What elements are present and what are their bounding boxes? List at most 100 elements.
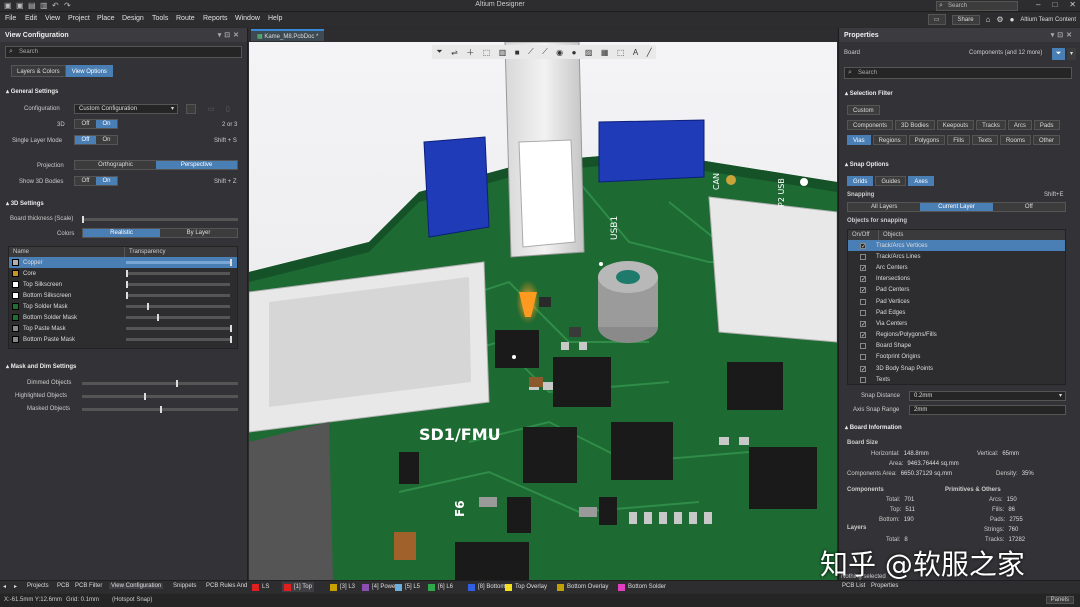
layer-transparency-slider[interactable]	[126, 292, 230, 299]
layer-transparency-slider[interactable]	[126, 281, 230, 288]
dim-slider-knob[interactable]	[144, 393, 147, 400]
layer-color-swatch[interactable]	[12, 303, 19, 310]
layer-color-swatch[interactable]	[12, 281, 19, 288]
account-name[interactable]: Altium Team Content	[1020, 17, 1076, 23]
filter-chip[interactable]: Regions	[872, 135, 907, 145]
checkbox-checked[interactable]: ✓	[860, 332, 866, 339]
layer-transparency-slider[interactable]	[126, 270, 230, 277]
layer-tab[interactable]: [5] L5	[395, 582, 420, 592]
layer-tab[interactable]: Top Overlay	[505, 582, 547, 592]
menu-tools[interactable]: Tools	[152, 15, 168, 22]
btab-snippets[interactable]: Snippets	[173, 583, 196, 589]
dim-slider[interactable]	[82, 393, 238, 400]
track-icon[interactable]: ⟋	[542, 47, 548, 57]
btab-view-configuration[interactable]: View Configuration	[109, 583, 164, 589]
left-search-input[interactable]: ⌕ Search	[5, 46, 242, 58]
properties-search-input[interactable]: ⌕ Search	[844, 67, 1072, 79]
via-icon[interactable]: ◉	[556, 48, 563, 57]
menu-reports[interactable]: Reports	[203, 15, 228, 22]
layer-transparency-knob[interactable]	[126, 281, 128, 288]
layer-color-swatch[interactable]	[12, 292, 19, 299]
layer-row[interactable]: Top Silkscreen	[9, 279, 237, 290]
properties-panel-controls[interactable]: ▾⊡✕	[1051, 31, 1075, 39]
checkbox-unchecked[interactable]	[860, 309, 866, 316]
share-button[interactable]: Share	[951, 14, 980, 25]
text-icon[interactable]: A	[633, 48, 638, 57]
board-thickness-knob[interactable]	[82, 216, 84, 223]
dim-slider[interactable]	[82, 406, 238, 413]
layer-tab[interactable]: [8] Bottom	[468, 582, 505, 592]
panel-controls[interactable]: ▾⊡✕	[218, 31, 242, 39]
tab-layers-colors[interactable]: Layers & Colors	[11, 65, 66, 77]
checkbox-unchecked[interactable]	[860, 253, 866, 260]
minimize-icon[interactable]: –	[1036, 0, 1040, 9]
snap-object-row[interactable]: ✓ Arc Centers	[848, 262, 1065, 273]
layer-transparency-slider[interactable]	[126, 325, 232, 332]
dim-slider-knob[interactable]	[175, 380, 178, 387]
checkbox-checked[interactable]: ✓	[860, 320, 866, 328]
menu-design[interactable]: Design	[122, 15, 144, 22]
colors-toggle[interactable]: Realistic By Layer	[82, 228, 238, 238]
filter-chip[interactable]: Components	[847, 120, 894, 130]
global-search[interactable]: ⌕ Search	[936, 1, 1018, 11]
bottom-arrow-icon[interactable]: ◂	[3, 583, 6, 590]
gear-icon[interactable]: ⚙	[996, 15, 1003, 24]
filter-chip[interactable]: Polygons	[908, 135, 946, 145]
single-layer-off[interactable]: Off	[75, 136, 96, 144]
mask-dim-header[interactable]: ▴ Mask and Dim Settings	[0, 361, 76, 373]
layer-tab[interactable]: [1] Top	[282, 582, 314, 592]
btab-pcb[interactable]: PCB	[57, 583, 69, 589]
interactive-route-icon[interactable]: ⟋	[528, 47, 534, 57]
filter-chip[interactable]: Vias	[847, 135, 871, 145]
copy-config-icon[interactable]: ▭	[208, 105, 215, 113]
filter-button[interactable]: ⏷	[1052, 48, 1065, 60]
dim-slider[interactable]	[82, 380, 238, 387]
configuration-select[interactable]: Custom Configuration ▾	[74, 104, 178, 114]
snap-chip[interactable]: Grids	[847, 176, 874, 186]
grid-icon[interactable]: ▦	[601, 48, 609, 57]
menu-edit[interactable]: Edit	[25, 15, 37, 22]
selection-filter-header[interactable]: ▴ Selection Filter	[839, 88, 893, 100]
3d-toggle[interactable]: Off On	[74, 119, 118, 129]
menu-file[interactable]: File	[5, 15, 16, 22]
colors-realistic[interactable]: Realistic	[83, 229, 160, 237]
comment-button[interactable]: ▭	[927, 14, 946, 25]
general-settings-header[interactable]: ▴ General Settings	[0, 86, 58, 98]
menu-route[interactable]: Route	[176, 15, 195, 22]
show-3d-bodies-toggle[interactable]: Off On	[74, 176, 118, 186]
layer-row[interactable]: Top Solder Mask	[9, 301, 237, 312]
layer-color-swatch[interactable]	[12, 314, 19, 321]
layer-tab[interactable]: [6] L6	[428, 582, 453, 592]
layer-transparency-knob[interactable]	[126, 292, 128, 299]
snap-object-row[interactable]: ✓ Regions/Polygons/Fills	[848, 330, 1065, 341]
layer-row[interactable]: Bottom Silkscreen	[9, 290, 237, 301]
snap-chip[interactable]: Guides	[875, 176, 907, 186]
checkbox-checked[interactable]: ✓	[860, 242, 866, 250]
axis-snap-input[interactable]: 2mm	[909, 405, 1066, 415]
dim-slider-knob[interactable]	[160, 406, 162, 413]
polygon-icon[interactable]: ▨	[585, 48, 593, 57]
snap-chip[interactable]: Axes	[908, 176, 934, 186]
snap-object-row[interactable]: Board Shape	[848, 341, 1065, 352]
checkbox-checked[interactable]: ✓	[860, 264, 866, 272]
layer-row[interactable]: Bottom Paste Mask	[9, 334, 237, 345]
filter-chip[interactable]: Tracks	[976, 120, 1006, 130]
close-icon[interactable]: ✕	[1069, 0, 1076, 9]
place-icon[interactable]: ＋	[466, 47, 474, 58]
snap-distance-select[interactable]: 0.2mm ▾	[909, 391, 1066, 401]
filter-chip[interactable]: Fills	[947, 135, 970, 145]
snap-options-header[interactable]: ▴ Snap Options	[839, 159, 889, 171]
select-icon[interactable]: ⬚	[483, 48, 491, 57]
layer-transparency-knob[interactable]	[230, 325, 232, 332]
3d-on[interactable]: On	[96, 120, 117, 128]
layer-transparency-slider[interactable]	[126, 259, 232, 266]
menu-help[interactable]: Help	[268, 15, 282, 22]
snap-object-row[interactable]: ✓ Intersections	[848, 274, 1065, 285]
filter-icon[interactable]: ⏷	[436, 47, 442, 57]
snap-all-layers[interactable]: All Layers	[848, 203, 921, 211]
layer-transparency-knob[interactable]	[230, 336, 232, 343]
home-icon[interactable]: ⌂	[986, 15, 991, 24]
snap-object-row[interactable]: Pad Edges	[848, 307, 1065, 318]
3d-settings-header[interactable]: ▴ 3D Settings	[0, 198, 44, 210]
board-info-header[interactable]: ▴ Board Information	[839, 422, 902, 434]
